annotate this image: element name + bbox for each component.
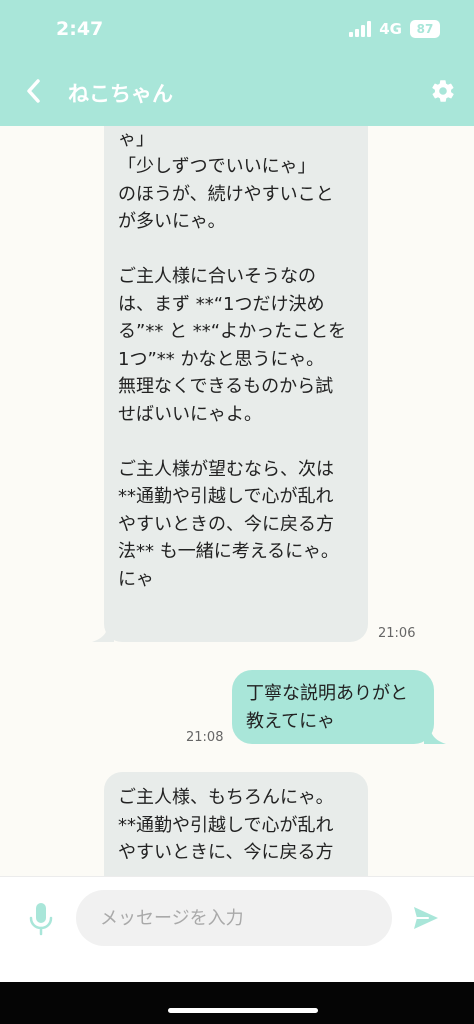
incoming-message-bubble: 「今日はここまででいいに ゃ」 「少しずつでいいにゃ」 のほうが、続けやすいこと… (104, 126, 368, 642)
message-input[interactable] (76, 890, 392, 946)
incoming-message-bubble: ご主人様、もちろんにゃ。 **通勤や引越しで心が乱れ やすいときに、今に戻る方 (104, 772, 368, 876)
message-time: 21:06 (378, 626, 416, 641)
status-time: 2:47 (56, 18, 104, 40)
battery-level: 87 (416, 22, 434, 36)
home-bar (0, 982, 474, 1024)
gear-icon[interactable] (430, 78, 456, 104)
network-label: 4G (379, 20, 402, 38)
message-time: 21:08 (186, 730, 224, 745)
send-icon[interactable] (412, 905, 440, 931)
chevron-left-icon[interactable] (22, 76, 46, 106)
app-header: 2:47 4G 87 ねこちゃん (0, 0, 474, 126)
microphone-icon[interactable] (28, 901, 54, 937)
status-indicators: 4G 87 (349, 20, 440, 38)
signal-icon (349, 21, 372, 37)
message-composer (0, 876, 474, 982)
message-list[interactable]: 「今日はここまででいいに ゃ」 「少しずつでいいにゃ」 のほうが、続けやすいこと… (0, 126, 474, 876)
outgoing-message-bubble: 丁寧な説明ありがと 教えてにゃ (232, 670, 434, 744)
outgoing-bubble-tail (424, 724, 446, 744)
conversation-title: ねこちゃん (68, 82, 173, 106)
battery-icon: 87 (410, 20, 440, 38)
incoming-bubble-tail (92, 622, 114, 642)
home-indicator[interactable] (168, 1008, 318, 1013)
